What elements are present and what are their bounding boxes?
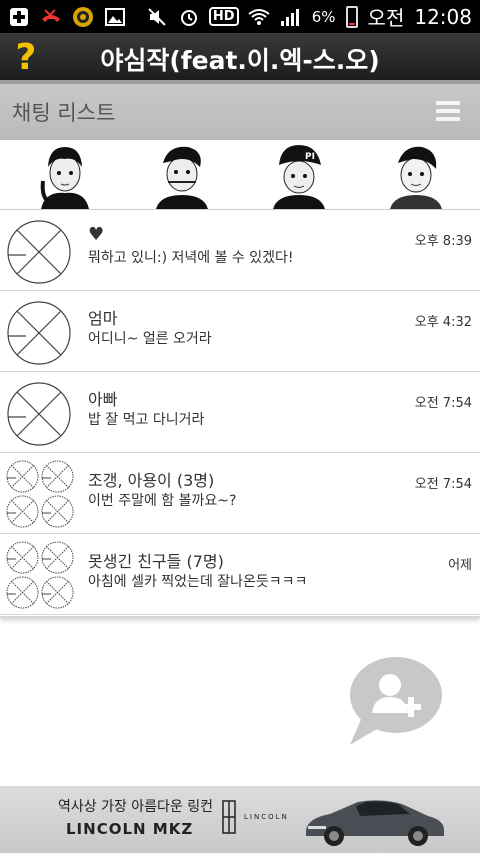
chat-name: 아빠 — [88, 390, 118, 409]
favorites-strip: PI — [0, 140, 480, 210]
chat-row[interactable]: 못생긴 친구들 (7명) 아침에 셀카 찍었는데 잘나온듯ㅋㅋㅋ 어제 — [0, 534, 480, 615]
battery-percent: 6% — [311, 7, 336, 26]
chat-name: 못생긴 친구들 (7명) — [88, 552, 224, 571]
wifi-icon — [248, 6, 270, 28]
hamburger-menu-icon[interactable] — [436, 101, 460, 121]
title-bar: ? 야심작(feat.이.엑-스.오) — [0, 33, 480, 80]
chat-last-message: 이번 주말에 함 볼까요~? — [88, 493, 237, 509]
chat-row[interactable]: 엄마어디니~ 얼른 오거라 오후 4:32 — [0, 291, 480, 372]
add-icon — [8, 6, 30, 28]
group-avatar — [6, 541, 74, 609]
chat-timestamp: 어제 — [448, 558, 472, 573]
chat-last-message: 아침에 셀카 찍었는데 잘나온듯ㅋㅋㅋ — [88, 574, 308, 590]
lincoln-logo-icon — [222, 800, 236, 834]
chat-name: 조갱, 아용이 (3명) — [88, 471, 215, 490]
favorite-avatar-2[interactable] — [147, 141, 216, 209]
chat-name: 엄마 — [88, 309, 118, 328]
profile-placeholder-icon — [6, 381, 72, 447]
chat-last-message: 어디니~ 얼른 오거라 — [88, 331, 212, 347]
status-bar: HD 6% 오전 12:08 — [0, 0, 480, 33]
favorite-avatar-3[interactable]: PI — [264, 141, 333, 209]
section-title: 채팅 리스트 — [12, 101, 116, 125]
missed-call-icon — [40, 6, 62, 28]
ad-banner[interactable]: 역사상 가장 아름다운 링컨 LINCOLN MKZ LINCOLN — [0, 786, 480, 853]
app-title: 야심작(feat.이.엑-스.오) — [100, 46, 380, 75]
chat-row[interactable]: ♥ 뭐하고 있니:) 저녁에 볼 수 있겠다! 오후 8:39 — [0, 210, 480, 291]
alarm-icon — [178, 6, 200, 28]
chat-timestamp: 오후 4:32 — [414, 315, 472, 330]
car-image — [300, 792, 448, 848]
chat-list: ♥ 뭐하고 있니:) 저녁에 볼 수 있겠다! 오후 8:39 엄마어디니~ 얼른 오… — [0, 210, 480, 618]
group-avatar — [6, 460, 74, 528]
status-time: 12:08 — [414, 4, 472, 29]
chat-timestamp: 오후 8:39 — [414, 234, 472, 249]
favorite-avatar-4[interactable] — [381, 141, 450, 209]
add-friend-chat-icon[interactable] — [344, 655, 442, 747]
status-ampm: 오전 — [367, 6, 405, 30]
heart-icon: ♥ — [88, 224, 105, 245]
battery-icon — [345, 5, 358, 28]
signal-icon — [280, 6, 302, 28]
chat-timestamp: 오전 7:54 — [414, 477, 472, 492]
chat-row[interactable]: 아빠밥 잘 먹고 다니거라 오전 7:54 — [0, 372, 480, 453]
chat-last-message: 밥 잘 먹고 다니거라 — [88, 412, 205, 428]
ad-brand: LINCOLN — [244, 813, 289, 821]
chat-row[interactable]: 조갱, 아용이 (3명) 이번 주말에 함 볼까요~? 오전 7:54 — [0, 453, 480, 534]
profile-placeholder-icon — [6, 219, 72, 285]
hd-icon: HD — [208, 6, 239, 28]
chat-timestamp: 오전 7:54 — [414, 396, 472, 411]
image-icon — [104, 6, 126, 28]
app-badge-icon — [72, 6, 94, 28]
profile-placeholder-icon — [6, 300, 72, 366]
ad-headline: 역사상 가장 아름다운 링컨 — [58, 799, 214, 815]
chat-last-message: 뭐하고 있니:) 저녁에 볼 수 있겠다! — [88, 250, 294, 266]
section-header: 채팅 리스트 — [0, 80, 480, 140]
mute-icon — [146, 6, 168, 28]
ad-model: LINCOLN MKZ — [66, 820, 194, 838]
cap-text: PI — [305, 152, 315, 162]
favorite-avatar-1[interactable] — [30, 141, 99, 209]
